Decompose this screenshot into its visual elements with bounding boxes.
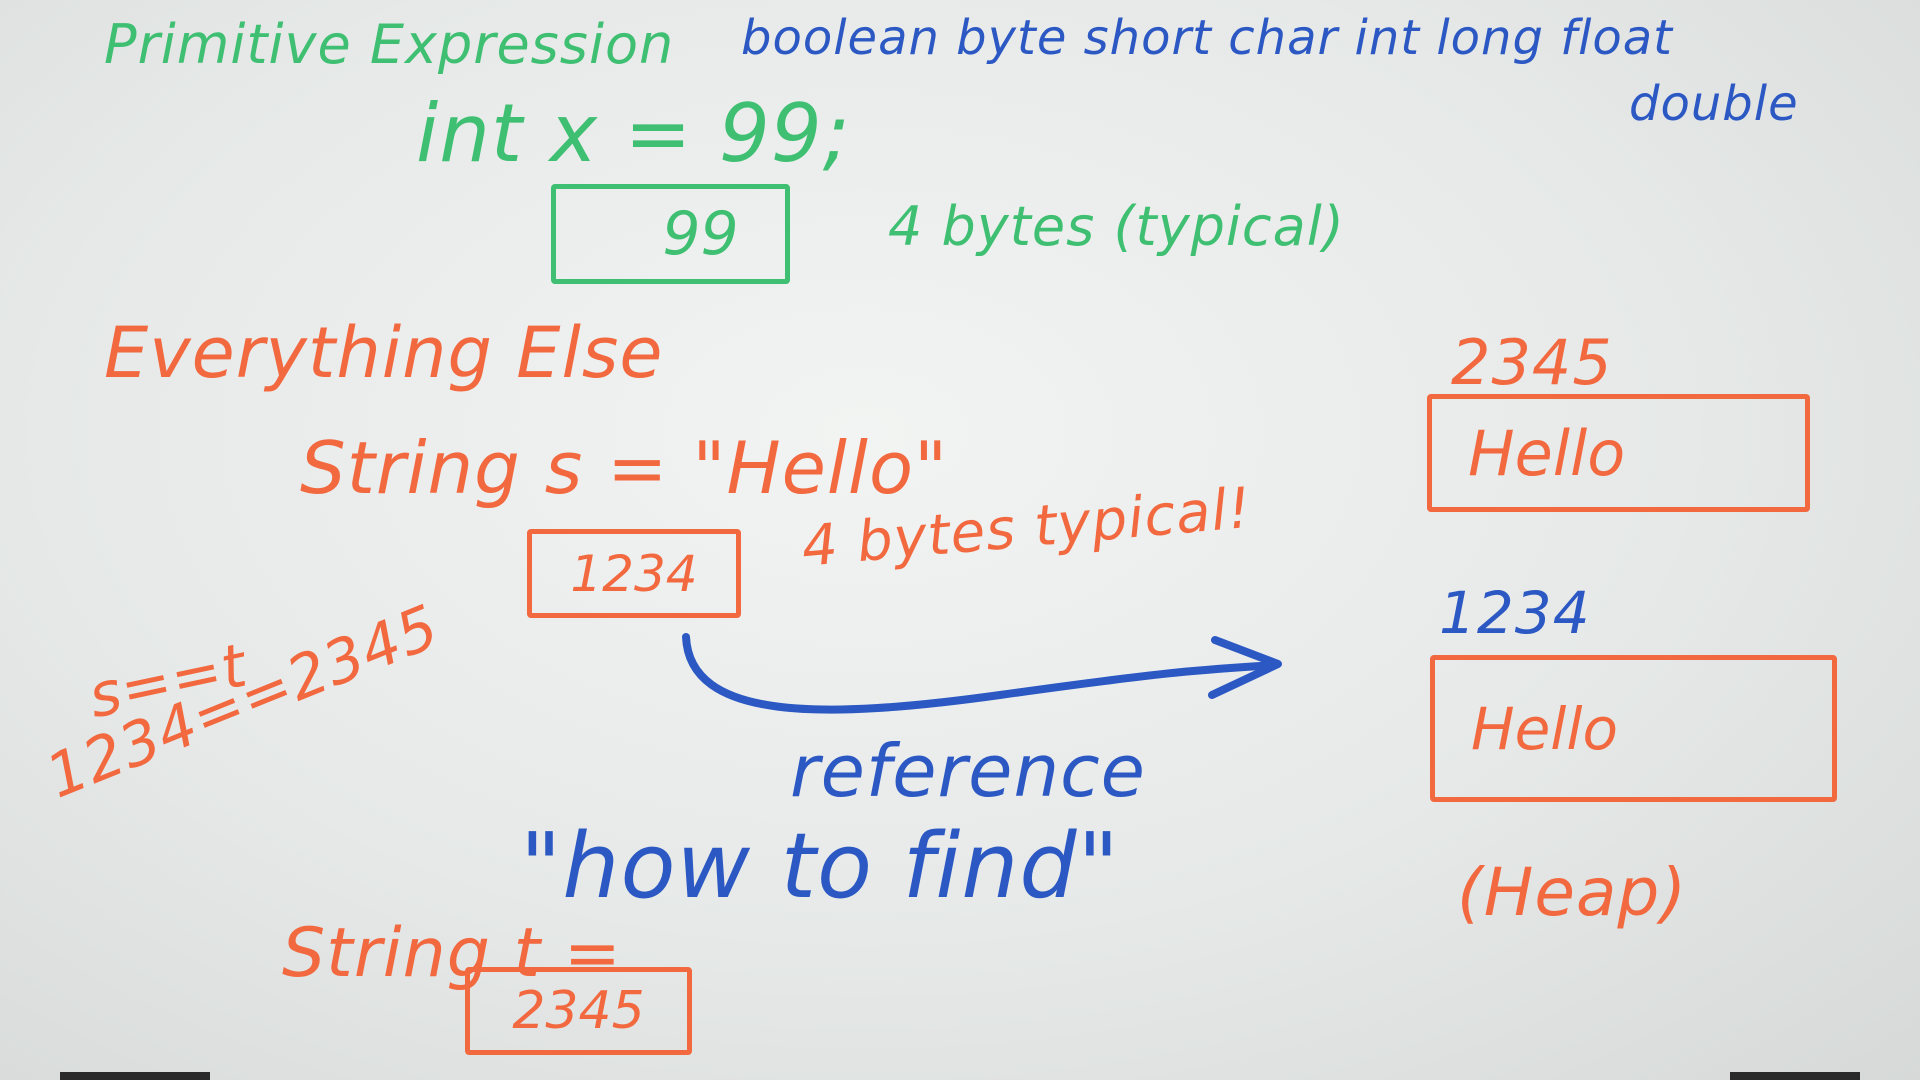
heap-object-value: Hello: [1468, 416, 1626, 490]
heap-object-value: Hello: [1471, 694, 1619, 763]
whiteboard-frame-edge: [60, 1072, 210, 1080]
string-t-reference-box: 2345: [465, 967, 692, 1055]
whiteboard-frame-edge: [1730, 1072, 1860, 1080]
string-t-reference-value: 2345: [512, 981, 645, 1041]
heap-object-box: Hello: [1427, 394, 1810, 512]
heap-object-address: 2345: [1451, 326, 1613, 399]
heap-object-address: 1234: [1439, 579, 1591, 647]
reference-label: reference: [790, 729, 1146, 813]
heap-label: (Heap): [1457, 854, 1688, 931]
how-to-find-label: "how to find": [520, 814, 1120, 919]
heap-object-box: Hello: [1430, 655, 1837, 802]
